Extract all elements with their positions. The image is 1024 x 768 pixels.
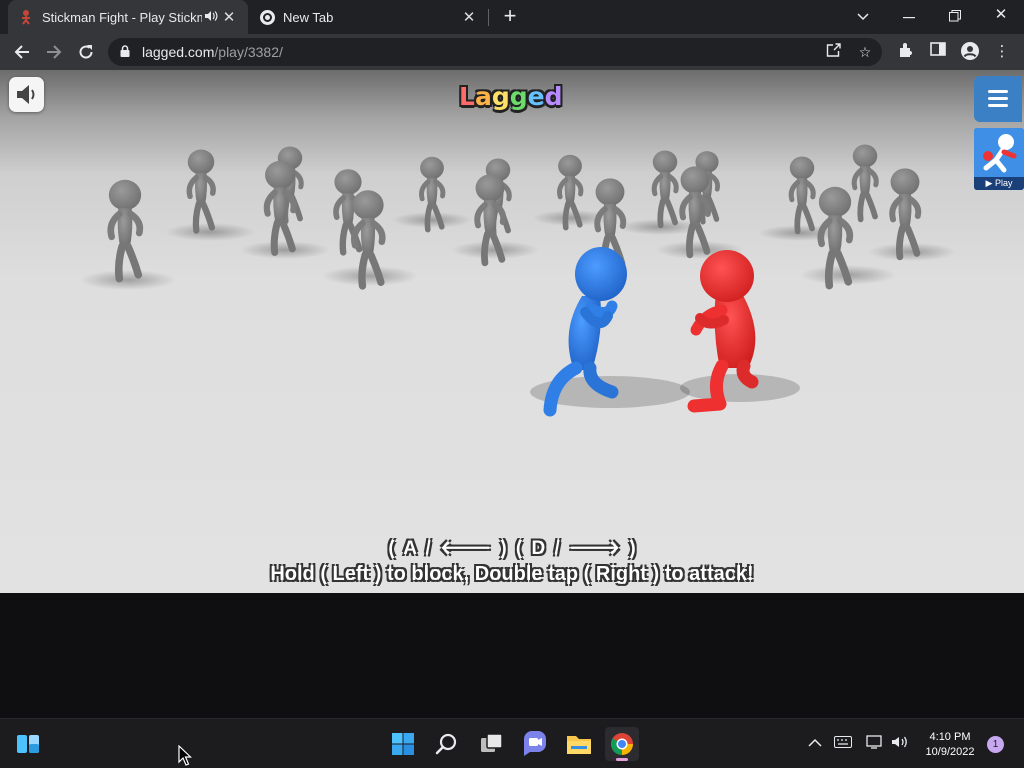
crowd-figure <box>790 156 814 231</box>
promo-game-card[interactable]: ▶ Play <box>974 128 1024 190</box>
tab-new-tab[interactable]: New Tab ✕ <box>250 0 488 34</box>
widgets-icon[interactable] <box>11 727 45 761</box>
side-panel-icon[interactable] <box>928 42 948 62</box>
tab-separator <box>488 9 489 26</box>
address-bar[interactable]: lagged.com/play/3382/ ☆ <box>108 38 882 66</box>
tab-title: Stickman Fight - Play Stickma <box>42 9 202 25</box>
controls-hint: ( A / 🡐 ) ( D / 🡒 ) <box>388 538 636 559</box>
url-path: /play/3382/ <box>214 44 283 60</box>
search-icon[interactable] <box>430 727 464 761</box>
restore-button[interactable] <box>932 0 978 34</box>
tab-strip: Stickman Fight - Play Stickma ✕ New Tab … <box>0 0 1024 34</box>
url-host: lagged.com <box>142 44 215 60</box>
browser-toolbar: lagged.com/play/3382/ ☆ ⋮ <box>0 34 1024 70</box>
menu-icon-bar <box>988 104 1008 107</box>
chrome-icon[interactable] <box>605 727 639 761</box>
notification-badge[interactable]: 1 <box>987 736 1004 753</box>
menu-icon-bar <box>988 90 1008 93</box>
browser-menu-icon[interactable]: ⋮ <box>992 42 1012 62</box>
sound-toggle-button[interactable] <box>9 77 44 112</box>
clock-date: 10/9/2022 <box>925 746 975 758</box>
hamburger-menu-button[interactable] <box>974 76 1022 122</box>
promo-thumbnail-icon <box>974 128 1024 178</box>
url-text[interactable]: lagged.com/play/3382/ <box>142 44 283 60</box>
crowd-figure <box>853 144 877 219</box>
system-clock[interactable]: 4:10 PM 10/9/2022 <box>918 730 982 760</box>
game-viewport[interactable]: Lagged ▶ Play ( A / 🡐 ) ( D / 🡒 ) Hold (… <box>0 70 1024 593</box>
profile-avatar-icon[interactable] <box>960 42 980 62</box>
chat-icon[interactable] <box>518 727 552 761</box>
close-tab-icon[interactable]: ✕ <box>220 8 238 26</box>
crowd-figure <box>188 150 215 231</box>
browser-window: Stickman Fight - Play Stickma ✕ New Tab … <box>0 0 1024 768</box>
crowd-figure <box>653 150 677 225</box>
network-icon[interactable] <box>866 735 884 752</box>
instructions-text: Hold ( Left ) to block, Double tap ( Rig… <box>270 563 754 585</box>
crowd-figure <box>265 161 295 253</box>
chrome-favicon-icon <box>260 9 275 25</box>
stickman-favicon-icon <box>22 10 30 25</box>
file-explorer-icon[interactable] <box>562 727 596 761</box>
keyboard-icon[interactable] <box>834 735 852 751</box>
tab-audio-icon[interactable] <box>202 10 220 25</box>
clock-time: 4:10 PM <box>929 731 971 743</box>
forward-button[interactable] <box>40 38 68 66</box>
start-icon[interactable] <box>386 727 420 761</box>
bookmark-star-icon[interactable]: ☆ <box>856 43 874 61</box>
tab-stickman-fight[interactable]: Stickman Fight - Play Stickma ✕ <box>8 0 248 34</box>
page-below-game <box>0 593 1024 718</box>
new-tab-button[interactable]: + <box>498 4 522 28</box>
reload-button[interactable] <box>72 38 100 66</box>
back-button[interactable] <box>8 38 36 66</box>
game-scene[interactable] <box>0 70 1024 593</box>
minimize-button[interactable] <box>886 0 932 34</box>
taskbar: 4:10 PM 10/9/2022 1 <box>0 718 1024 768</box>
close-window-button[interactable]: ✕ <box>978 0 1024 34</box>
share-icon[interactable] <box>824 43 842 61</box>
volume-icon[interactable] <box>891 735 909 752</box>
speaker-icon <box>17 85 35 104</box>
menu-icon-bar <box>988 97 1008 100</box>
extensions-icon[interactable] <box>896 42 916 62</box>
lagged-logo[interactable]: Lagged <box>459 82 563 111</box>
promo-play-label: ▶ Play <box>974 177 1024 190</box>
show-hidden-icons-icon[interactable] <box>808 735 822 751</box>
mouse-cursor-icon <box>178 745 192 766</box>
lock-icon[interactable] <box>120 45 130 57</box>
task-view-icon[interactable] <box>474 727 508 761</box>
close-tab-icon[interactable]: ✕ <box>460 8 478 26</box>
tab-search-icon[interactable] <box>840 0 886 34</box>
crowd-figure <box>109 180 141 279</box>
tab-title: New Tab <box>283 9 334 25</box>
